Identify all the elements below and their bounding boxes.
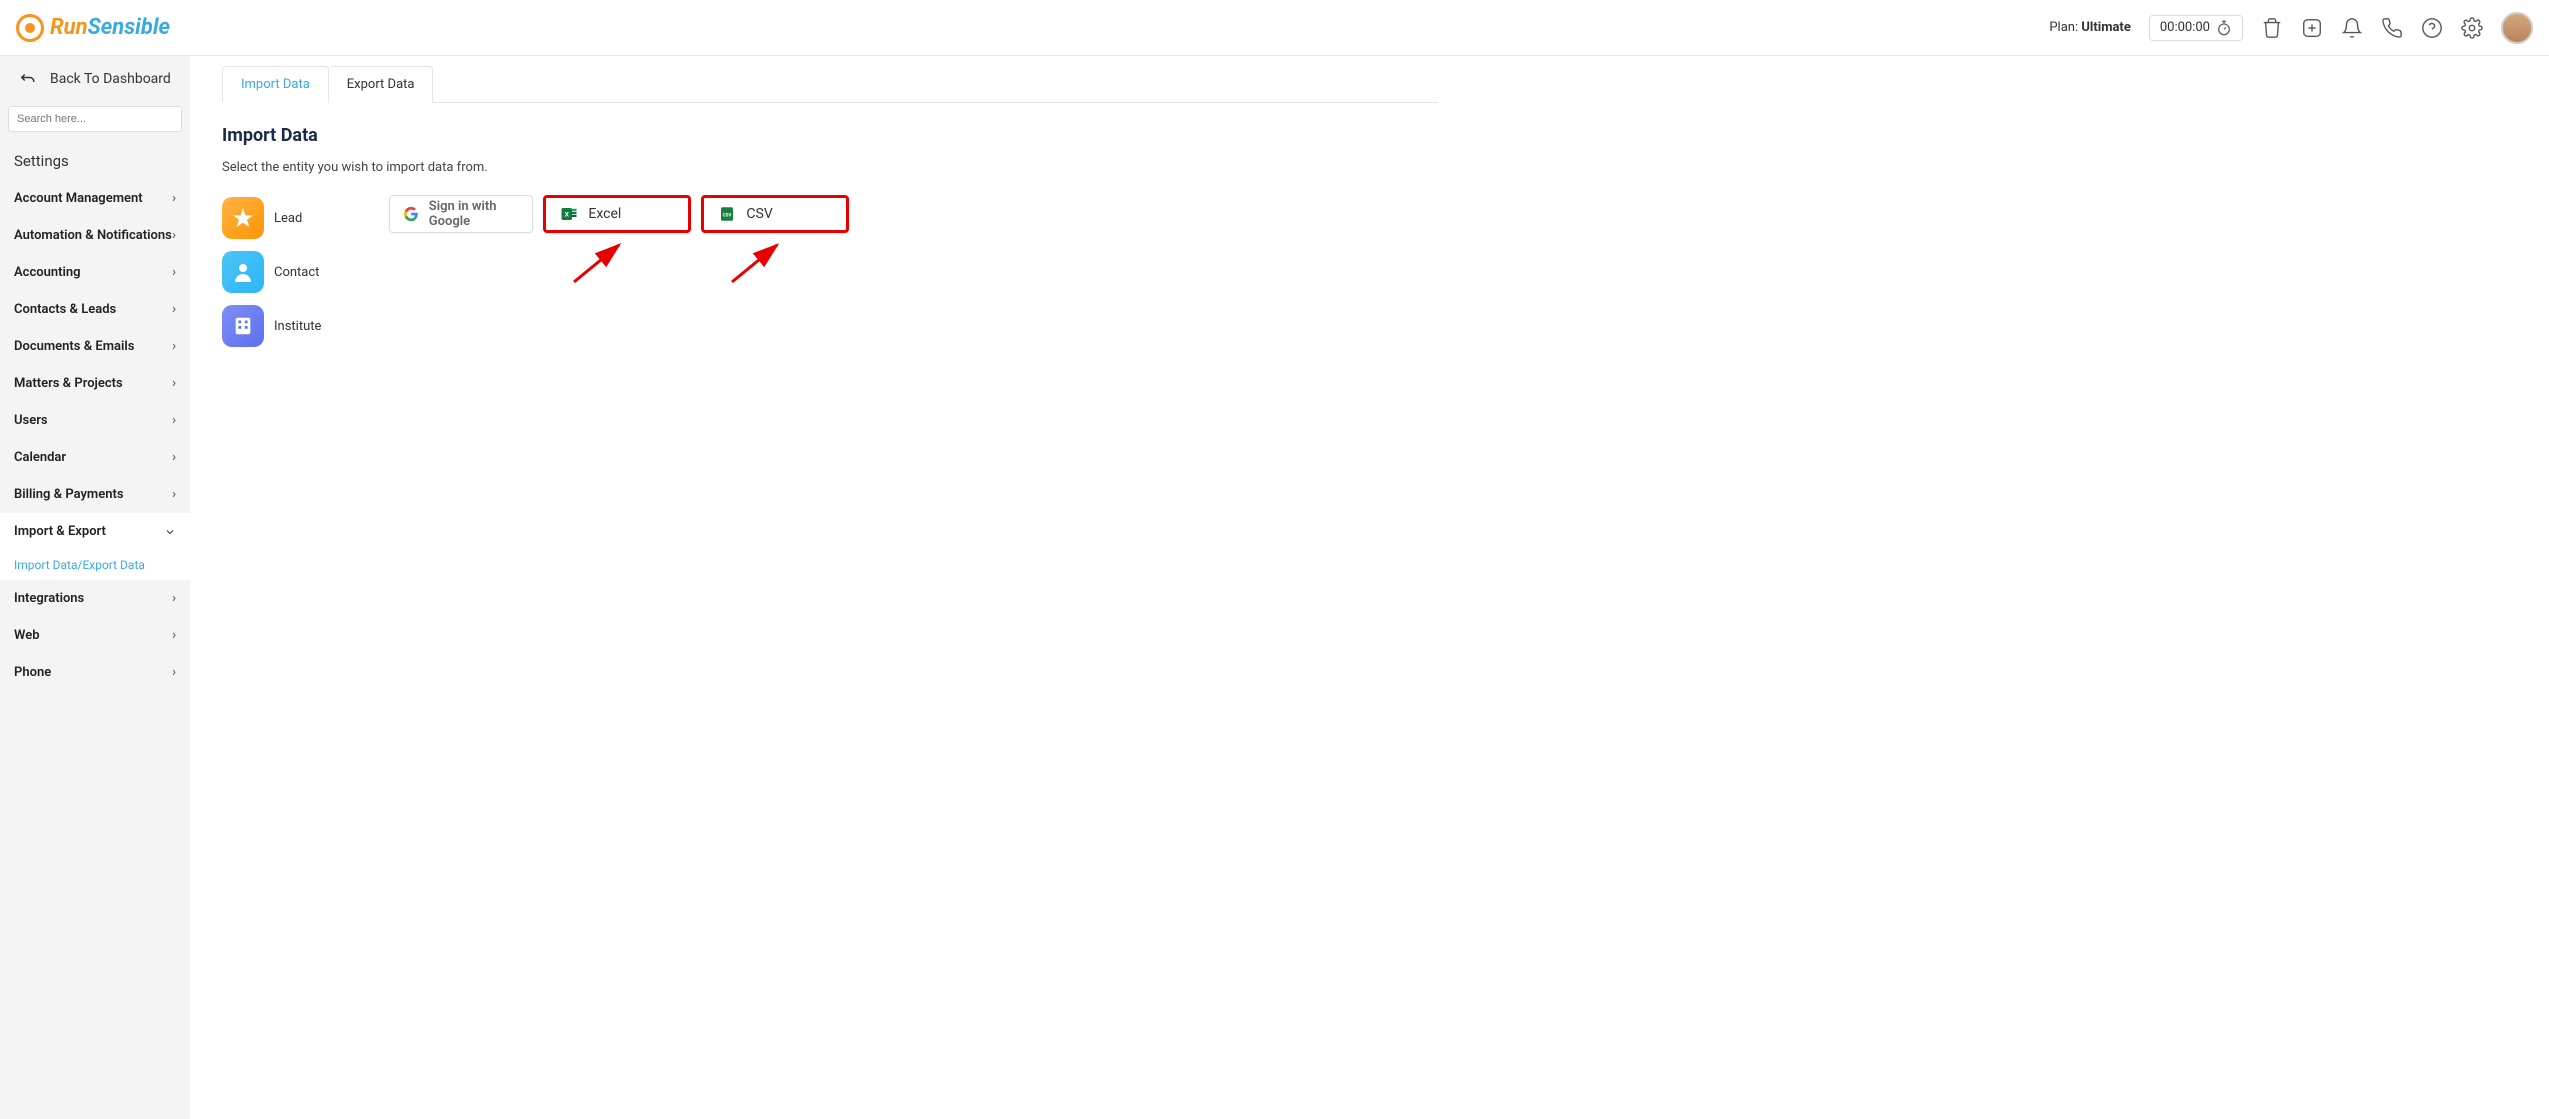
help-icon[interactable] xyxy=(2421,17,2443,39)
entity-label: Contact xyxy=(274,265,319,280)
annotation-arrow-icon xyxy=(727,237,787,287)
nav-account-management[interactable]: Account Management › xyxy=(0,180,190,217)
sidebar: Back To Dashboard Settings Account Manag… xyxy=(0,56,190,1119)
nav-label: Import & Export xyxy=(14,524,106,539)
chevron-right-icon: › xyxy=(172,665,176,680)
nav-accounting[interactable]: Accounting › xyxy=(0,254,190,291)
nav-label: Account Management xyxy=(14,191,143,206)
tab-export-data[interactable]: Export Data xyxy=(329,66,434,103)
plan-label: Plan: xyxy=(2049,20,2078,35)
chevron-right-icon: › xyxy=(172,339,176,354)
main-content: Import Data Export Data Import Data Sele… xyxy=(190,56,1470,1119)
button-label: Excel xyxy=(588,206,621,222)
chevron-right-icon: › xyxy=(172,302,176,317)
chevron-right-icon: › xyxy=(172,487,176,502)
plan-info: Plan: Ultimate xyxy=(2049,20,2131,35)
tab-import-data[interactable]: Import Data xyxy=(222,66,329,103)
page-title: Import Data xyxy=(222,125,1438,146)
nav-contacts-leads[interactable]: Contacts & Leads › xyxy=(0,291,190,328)
excel-icon: X xyxy=(560,205,578,223)
entity-list: Lead Contact Institute xyxy=(222,195,321,349)
entity-lead[interactable]: Lead xyxy=(222,195,321,241)
plan-value: Ultimate xyxy=(2081,20,2131,35)
search-input[interactable] xyxy=(8,106,182,132)
settings-title: Settings xyxy=(0,142,190,180)
csv-button[interactable]: CSV CSV xyxy=(701,195,849,233)
button-label: CSV xyxy=(746,206,772,222)
excel-button[interactable]: X Excel xyxy=(543,195,691,233)
star-icon xyxy=(222,197,264,239)
nav-label: Matters & Projects xyxy=(14,376,123,391)
nav-label: Users xyxy=(14,413,48,428)
nav-label: Integrations xyxy=(14,591,84,606)
nav-integrations[interactable]: Integrations › xyxy=(0,580,190,617)
nav-label: Documents & Emails xyxy=(14,339,134,354)
google-signin-button[interactable]: Sign in with Google xyxy=(389,195,533,233)
entity-label: Lead xyxy=(274,211,302,226)
chevron-right-icon: › xyxy=(172,191,176,206)
svg-text:CSV: CSV xyxy=(723,212,732,218)
nav-users[interactable]: Users › xyxy=(0,402,190,439)
nav-label: Calendar xyxy=(14,450,66,465)
nav-label: Phone xyxy=(14,665,51,680)
google-icon xyxy=(404,205,418,223)
chevron-right-icon: › xyxy=(172,228,176,243)
entity-label: Institute xyxy=(274,319,321,334)
nav-matters-projects[interactable]: Matters & Projects › xyxy=(0,365,190,402)
nav-import-export-data[interactable]: Import Data/Export Data xyxy=(0,550,190,580)
nav-label: Web xyxy=(14,628,40,643)
csv-icon: CSV xyxy=(718,205,736,223)
logo-text: RunSensible xyxy=(50,15,170,40)
phone-icon[interactable] xyxy=(2381,17,2403,39)
chevron-right-icon: › xyxy=(172,413,176,428)
top-header: RunSensible Plan: Ultimate 00:00:00 xyxy=(0,0,2549,56)
nav-web[interactable]: Web › xyxy=(0,617,190,654)
nav-import-export[interactable]: Import & Export xyxy=(0,513,190,550)
entity-contact[interactable]: Contact xyxy=(222,249,321,295)
gear-icon[interactable] xyxy=(2461,17,2483,39)
back-to-dashboard[interactable]: Back To Dashboard xyxy=(0,56,190,102)
add-icon[interactable] xyxy=(2301,17,2323,39)
timer-widget[interactable]: 00:00:00 xyxy=(2149,15,2243,41)
chevron-right-icon: › xyxy=(172,376,176,391)
nav-label: Accounting xyxy=(14,265,81,280)
nav-automation-notifications[interactable]: Automation & Notifications› xyxy=(0,217,190,254)
nav-label: Billing & Payments xyxy=(14,487,124,502)
chevron-right-icon: › xyxy=(172,591,176,606)
logo-icon xyxy=(16,14,44,42)
nav-documents-emails[interactable]: Documents & Emails › xyxy=(0,328,190,365)
back-label: Back To Dashboard xyxy=(50,71,171,87)
user-avatar[interactable] xyxy=(2501,12,2533,44)
logo-run: Run xyxy=(50,15,88,40)
logo-sensible: Sensible xyxy=(88,15,170,40)
nav-billing-payments[interactable]: Billing & Payments › xyxy=(0,476,190,513)
nav-label: Automation & Notifications xyxy=(14,228,172,243)
nav-calendar[interactable]: Calendar › xyxy=(0,439,190,476)
nav-phone[interactable]: Phone › xyxy=(0,654,190,691)
entity-institute[interactable]: Institute xyxy=(222,303,321,349)
chevron-down-icon xyxy=(164,526,176,538)
tabs: Import Data Export Data xyxy=(222,66,1438,103)
logo[interactable]: RunSensible xyxy=(16,14,170,42)
chevron-right-icon: › xyxy=(172,628,176,643)
annotation-arrow-icon xyxy=(569,237,629,287)
import-buttons: Sign in with Google X Excel CSV CSV xyxy=(389,195,849,233)
trash-icon[interactable] xyxy=(2261,17,2283,39)
building-icon xyxy=(222,305,264,347)
bell-icon[interactable] xyxy=(2341,17,2363,39)
page-subtitle: Select the entity you wish to import dat… xyxy=(222,160,1438,175)
search-box xyxy=(8,106,182,132)
timer-value: 00:00:00 xyxy=(2160,20,2210,35)
person-icon xyxy=(222,251,264,293)
back-arrow-icon xyxy=(18,70,36,88)
header-right: Plan: Ultimate 00:00:00 xyxy=(2049,12,2533,44)
stopwatch-icon xyxy=(2216,20,2232,36)
svg-text:X: X xyxy=(565,210,570,218)
nav-label: Contacts & Leads xyxy=(14,302,116,317)
button-label: Sign in with Google xyxy=(429,199,519,229)
chevron-right-icon: › xyxy=(172,265,176,280)
chevron-right-icon: › xyxy=(172,450,176,465)
